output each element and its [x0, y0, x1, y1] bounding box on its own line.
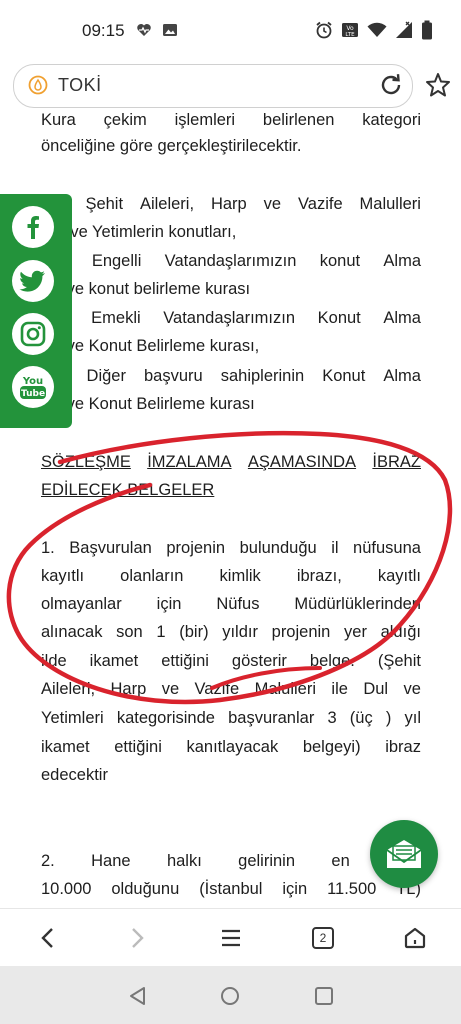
battery-icon — [422, 20, 432, 40]
para1-line-1: 1. Başvurulan projenin bulunduğu il nüfu… — [41, 539, 421, 557]
wifi-icon — [367, 22, 387, 37]
svg-text:Vo: Vo — [346, 25, 354, 32]
list-item-3-line-1: nda Emekli Vatandaşlarımızın Konut Alma — [41, 309, 421, 327]
intro-line-2: önceliğine göre gerçekleştirilecektir. — [41, 137, 302, 155]
menu-icon — [222, 929, 240, 947]
para1-line-4: alınacak son 1 (bir) yıldır projenin yer… — [41, 623, 421, 641]
system-recents-icon[interactable] — [312, 984, 336, 1008]
list-item-3-line-2: kkı ve Konut Belirleme kurası, — [41, 337, 260, 355]
status-time: 09:15 — [82, 21, 125, 40]
para1-line-2: kayıtlı olanların kimlik ibrazı, kayıtlı — [41, 567, 421, 585]
status-bar: 09:15 Vo LTE — [0, 0, 461, 60]
svg-text:LTE: LTE — [345, 32, 355, 38]
reload-icon[interactable] — [378, 72, 404, 98]
youtube-button[interactable]: You Tube — [12, 366, 54, 408]
twitter-icon — [19, 270, 45, 292]
facebook-icon — [27, 216, 39, 239]
para1-line-7: Yetimleri kategorisinde başvuranlar 3 (ü… — [41, 709, 421, 727]
home-button[interactable] — [400, 923, 430, 953]
alarm-icon — [316, 21, 332, 39]
instagram-icon — [20, 321, 46, 347]
forward-button[interactable] — [123, 923, 153, 953]
forward-icon — [132, 928, 144, 948]
mail-button[interactable] — [370, 820, 438, 888]
site-info-icon[interactable] — [28, 75, 48, 95]
list-item-2-line-1: nda Engelli Vatandaşlarımızın konut Alma — [41, 252, 421, 270]
social-sidebar: You Tube — [0, 194, 72, 428]
browser-toolbar: 2 — [0, 908, 461, 967]
para1-line-8: ikamet ettiğini kanıtlayacak belgeyi) ib… — [41, 738, 421, 756]
image-icon — [163, 24, 177, 36]
section-heading-line-1: SÖZLEŞME İMZALAMA AŞAMASINDA İBRAZ — [41, 453, 421, 471]
svg-text:You: You — [22, 376, 43, 387]
bookmark-star-icon[interactable] — [424, 71, 452, 99]
youtube-icon: You Tube — [20, 376, 46, 399]
home-icon — [404, 927, 426, 949]
system-nav-bar — [0, 966, 461, 1024]
para2-line-1: 2. Hane halkı gelirinin en fazla — [41, 852, 421, 870]
list-item-1-line-2: Dul ve Yetimlerin konutları, — [41, 223, 237, 241]
list-item-2-line-2: kkı ve konut belirleme kurası — [41, 280, 251, 298]
volte-icon: Vo LTE — [342, 23, 358, 38]
list-item-4-line-2: kkı ve Konut Belirleme kurası — [41, 395, 255, 413]
tabs-button[interactable]: 2 — [308, 923, 338, 953]
para1-line-9: edecektir — [41, 766, 108, 784]
status-right-icons: Vo LTE — [315, 20, 433, 40]
section-heading-line-2: EDİLECEK BELGELER — [41, 481, 215, 499]
facebook-button[interactable] — [12, 206, 54, 248]
instagram-button[interactable] — [12, 313, 54, 355]
back-icon — [41, 928, 53, 948]
para1-line-3: olmayanlar için Nüfus Müdürlüklerinden — [41, 595, 421, 613]
system-home-icon[interactable] — [218, 984, 242, 1008]
svg-text:Tube: Tube — [21, 389, 45, 399]
menu-button[interactable] — [216, 923, 246, 953]
back-button[interactable] — [32, 923, 62, 953]
tab-count: 2 — [319, 931, 327, 945]
para1-line-6: Aileleri, Harp ve Vazife Malulleri ile D… — [41, 680, 421, 698]
intro-line-1: Kura çekim işlemleri belirlenen kategori — [41, 111, 421, 129]
url-bar[interactable]: TOKİ — [13, 64, 413, 108]
list-item-1-line-1: nda Şehit Aileleri, Harp ve Vazife Malul… — [41, 195, 421, 213]
status-left-icons — [136, 22, 178, 38]
signal-icon — [396, 21, 412, 38]
para2-line-2: 10.000 olduğunu (İstanbul için 11.500 TL… — [41, 880, 421, 898]
para1-line-5: ilde ikamet ettiğini gösterir belge. (Şe… — [41, 652, 421, 670]
mail-icon — [386, 840, 422, 868]
heart-monitor-icon — [137, 24, 151, 36]
twitter-button[interactable] — [12, 260, 54, 302]
list-item-4-line-1: nda Diğer başvuru sahiplerinin Konut Alm… — [41, 367, 421, 385]
system-back-icon[interactable] — [126, 984, 150, 1008]
url-text[interactable]: TOKİ — [58, 75, 102, 96]
